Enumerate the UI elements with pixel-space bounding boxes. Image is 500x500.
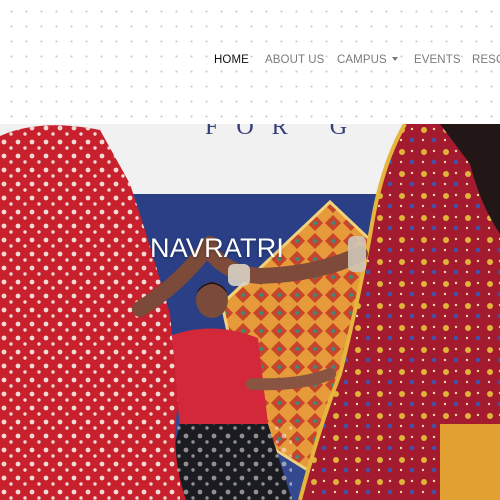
nav-campus[interactable]: CAMPUS — [337, 52, 398, 68]
hero-photo: FOR G — [0, 124, 500, 500]
nav-campus-label: CAMPUS — [337, 54, 387, 66]
center-bangles — [228, 264, 250, 286]
right-dancer-lower-skirt — [440, 424, 500, 500]
nav-resources[interactable]: RESOU — [472, 52, 500, 68]
banner-text: FOR G — [205, 124, 365, 140]
nav-home[interactable]: HOME — [214, 52, 249, 68]
right-dancer-bangles — [348, 236, 366, 272]
hero-title: NAVRATRI — [150, 233, 285, 263]
nav-events[interactable]: EVENTS — [414, 52, 461, 68]
chevron-down-icon — [391, 57, 398, 61]
main-navigation: HOME ABOUT US CAMPUS EVENTS RESOU — [0, 52, 500, 68]
nav-about-us[interactable]: ABOUT US — [265, 52, 325, 68]
center-dancer-dress — [170, 328, 268, 426]
site-header: HOME ABOUT US CAMPUS EVENTS RESOU — [0, 0, 500, 124]
hero-slide[interactable]: FOR G NAVRATRI — [0, 124, 500, 500]
